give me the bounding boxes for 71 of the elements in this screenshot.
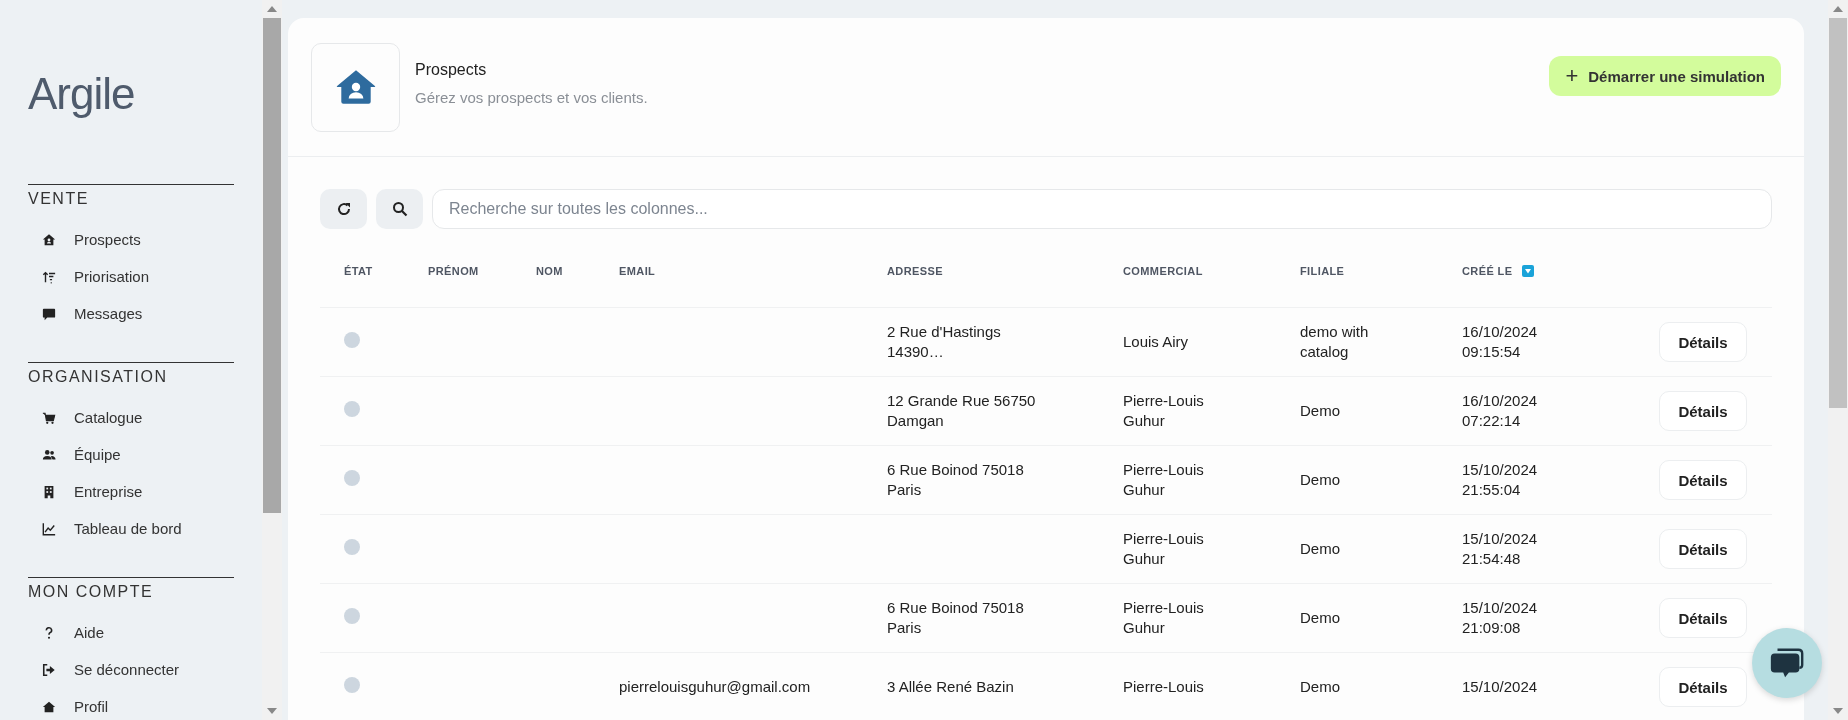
details-button[interactable]: Détails [1659,391,1747,431]
chart-icon [42,521,56,536]
table-cell: Demo [1300,470,1340,490]
home-icon [42,232,56,247]
details-button[interactable]: Détails [1659,322,1747,362]
table-cell: 6 Rue Boinod 75018 Paris [887,460,1024,500]
logout-icon [42,662,56,677]
nav-item[interactable]: Aide [28,614,105,651]
column-header[interactable]: ADRESSE [887,265,943,277]
table-cell: 12 Grande Rue 56750 Damgan [887,391,1036,431]
table-cell: Pierre-Louis Guhur [1123,460,1204,500]
users-icon [42,447,56,462]
scrollbar[interactable] [262,0,282,720]
nav-item[interactable]: Se déconnecter [28,651,180,688]
refresh-icon [335,201,352,217]
nav-item[interactable]: Équipe [28,436,121,473]
table-cell: Pierre-Louis [1123,677,1204,697]
section-heading: VENTE [28,184,234,208]
sort-down-icon[interactable] [1522,265,1535,277]
refresh-button[interactable] [320,189,367,229]
table-cell: 15/10/2024 21:55:04 [1462,460,1538,500]
nav-item[interactable]: Catalogue [28,399,143,436]
column-header[interactable]: FILIALE [1300,265,1345,277]
cart-icon [42,410,56,425]
nav-item[interactable]: Entreprise [28,473,143,510]
search-button[interactable] [376,189,423,229]
table-cell: 15/10/2024 21:09:08 [1462,598,1538,638]
details-button[interactable]: Détails [1659,667,1747,707]
column-header[interactable]: CRÉÉ LE [1462,265,1513,277]
section-heading: MON COMPTE [28,577,234,601]
logo: Argile [28,70,135,118]
column-header[interactable]: PRÉNOM [428,265,479,277]
table-cell: Demo [1300,401,1340,421]
page-subtitle: Gérez vos prospects et vos clients. [415,88,648,106]
building-icon [42,484,56,499]
table-cell: Demo [1300,608,1340,628]
section-heading: ORGANISATION [28,362,234,386]
search-icon [391,201,408,217]
details-button[interactable]: Détails [1659,460,1747,500]
details-button[interactable]: Détails [1659,529,1747,569]
message-icon [42,306,56,321]
column-header[interactable]: EMAIL [619,265,656,277]
nav-item[interactable]: Profil [28,688,109,720]
table-cell: 3 Allée René Bazin [887,677,1014,697]
search-field[interactable]: Recherche sur toutes les colonnes... [432,189,1772,229]
details-button[interactable]: Détails [1659,598,1747,638]
table-cell: pierrelouisguhur@gmail.com [619,677,811,697]
table-cell: Demo [1300,677,1340,697]
table-cell: Pierre-Louis Guhur [1123,529,1204,569]
table-cell: Pierre-Louis Guhur [1123,598,1204,638]
table-cell: Louis Airy [1123,332,1189,352]
table-cell: 16/10/2024 09:15:54 [1462,322,1538,362]
start-simulation-button[interactable]: + Démarrer une simulation [1549,56,1781,96]
table-cell: 16/10/2024 07:22:14 [1462,391,1538,431]
sort-icon [42,269,56,284]
table-cell: Pierre-Louis Guhur [1123,391,1204,431]
table-cell: 6 Rue Boinod 75018 Paris [887,598,1024,638]
table-cell: Demo [1300,539,1340,559]
nav-item[interactable]: Messages [28,295,143,332]
table-cell: 15/10/2024 21:54:48 [1462,529,1538,569]
page-title: Prospects [415,60,487,79]
column-header[interactable]: ÉTAT [344,265,373,277]
column-header[interactable]: NOM [536,265,563,277]
nav-item[interactable]: Priorisation [28,258,150,295]
nav-item[interactable]: Prospects [28,221,141,258]
column-header[interactable]: COMMERCIAL [1123,265,1203,277]
table-cell: 15/10/2024 [1462,677,1538,697]
scrollbar[interactable] [1828,0,1848,720]
table-cell: 2 Rue d'Hastings 14390… [887,322,1001,362]
table-cell: demo with catalog [1300,322,1369,362]
nav-item[interactable]: Tableau de bord [28,510,182,547]
